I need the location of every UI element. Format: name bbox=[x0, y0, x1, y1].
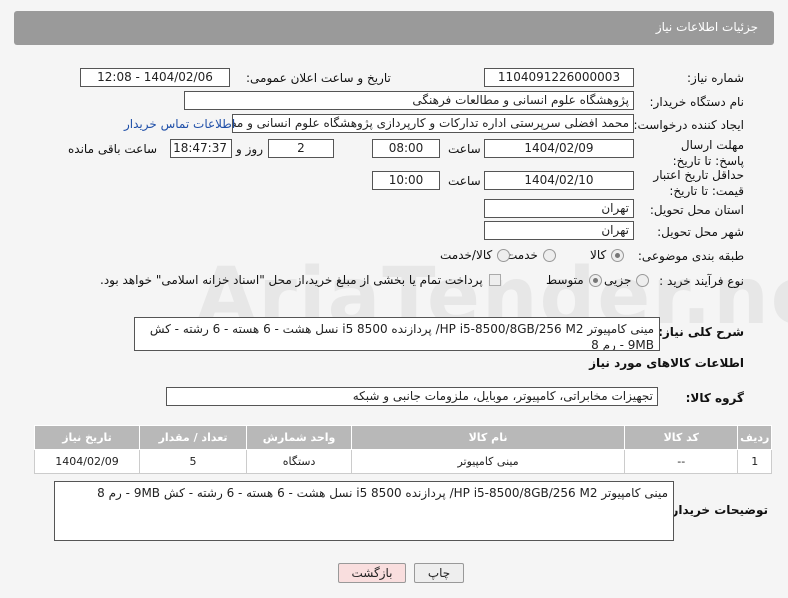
validity-label: حداقل تاریخ اعتبار قیمت: تا تاریخ: bbox=[653, 168, 744, 198]
buyer-notes-field: مینی کامپیوتر HP i5-8500/8GB/256 M2/ پرد… bbox=[54, 481, 674, 541]
category-label: طبقه بندی موضوعی: bbox=[637, 249, 744, 263]
deadline-date-field: 1404/02/09 bbox=[484, 139, 634, 158]
goods-table: ردیف کد کالا نام کالا واحد شمارش تعداد /… bbox=[33, 425, 772, 474]
goods-group-label: گروه کالا: bbox=[685, 391, 744, 405]
province-label: استان محل تحویل: bbox=[649, 203, 744, 217]
need-number-label: شماره نیاز: bbox=[687, 71, 744, 85]
remaining-time-field: 18:47:37 bbox=[170, 139, 232, 158]
buyer-notes-label: توضیحات خریدار: bbox=[666, 503, 768, 517]
process-option-medium[interactable]: متوسط bbox=[546, 273, 602, 287]
buyer-contact-link[interactable]: اطلاعات تماس خریدار bbox=[124, 117, 235, 131]
process-option-minor[interactable]: جزیی bbox=[604, 273, 650, 287]
buyer-field: پژوهشگاه علوم انسانی و مطالعات فرهنگی bbox=[184, 91, 634, 110]
col-header-code: کد کالا bbox=[624, 425, 739, 450]
process-label: نوع فرآیند خرید : bbox=[659, 274, 744, 288]
creator-label: ایجاد کننده درخواست: bbox=[633, 118, 744, 132]
category-option-goods-service[interactable]: کالا/خدمت bbox=[440, 248, 511, 262]
back-button[interactable]: بازگشت bbox=[338, 563, 406, 583]
cell-date: 1404/02/09 bbox=[33, 449, 141, 474]
province-field: تهران bbox=[484, 199, 634, 218]
validity-date-field: 1404/02/10 bbox=[484, 171, 634, 190]
deadline-days-field: 2 bbox=[268, 139, 334, 158]
deadline-label: مهلت ارسال پاسخ: تا تاریخ: bbox=[672, 138, 744, 168]
announce-field: 1404/02/06 - 12:08 bbox=[80, 68, 230, 87]
buyer-label: نام دستگاه خریدار: bbox=[649, 95, 745, 109]
treasury-payment-checkbox[interactable]: پرداخت تمام یا بخشی از مبلغ خرید،از محل … bbox=[100, 273, 501, 287]
cell-row-no: 1 bbox=[737, 449, 772, 474]
radio-icon[interactable] bbox=[611, 248, 625, 262]
col-header-quantity: تعداد / مقدار bbox=[139, 425, 248, 450]
radio-icon[interactable] bbox=[588, 273, 602, 287]
table-row: 1 -- مینی کامپیوتر دستگاه 5 1404/02/09 bbox=[33, 449, 772, 474]
col-header-name: نام کالا bbox=[351, 425, 626, 450]
category-option-goods[interactable]: کالا bbox=[590, 248, 625, 262]
checkbox-icon[interactable] bbox=[488, 274, 501, 286]
radio-icon[interactable] bbox=[497, 248, 511, 262]
category-option-service[interactable]: خدمت bbox=[506, 248, 556, 262]
deadline-time-field: 08:00 bbox=[372, 139, 440, 158]
validity-time-field: 10:00 bbox=[372, 171, 440, 190]
col-header-row-no: ردیف bbox=[737, 425, 772, 450]
cell-name: مینی کامپیوتر bbox=[351, 449, 626, 474]
remaining-time-label: ساعت باقی مانده bbox=[68, 142, 158, 156]
cell-quantity: 5 bbox=[139, 449, 248, 474]
creator-field: محمد افضلی سرپرستی اداره تدارکات و کارپر… bbox=[232, 114, 634, 133]
need-number-field: 1104091226000003 bbox=[484, 68, 634, 87]
col-header-unit: واحد شمارش bbox=[246, 425, 353, 450]
col-header-date: تاریخ نیاز bbox=[33, 425, 141, 450]
deadline-time-label: ساعت bbox=[448, 142, 481, 156]
city-label: شهر محل تحویل: bbox=[657, 225, 744, 239]
cell-unit: دستگاه bbox=[246, 449, 353, 474]
radio-icon[interactable] bbox=[542, 248, 556, 262]
announce-label: تاریخ و ساعت اعلان عمومی: bbox=[246, 71, 391, 85]
cell-code: -- bbox=[624, 449, 739, 474]
print-button[interactable]: چاپ bbox=[414, 563, 464, 583]
description-label: شرح کلی نیاز: bbox=[658, 325, 744, 339]
radio-icon[interactable] bbox=[636, 273, 650, 287]
description-field: مینی کامپیوتر HP i5-8500/8GB/256 M2/ پرد… bbox=[134, 317, 660, 351]
goods-group-field: تجهیزات مخابراتی، کامپیوتر، موبایل، ملزو… bbox=[166, 387, 658, 406]
table-header-row: ردیف کد کالا نام کالا واحد شمارش تعداد /… bbox=[33, 425, 772, 450]
validity-time-label: ساعت bbox=[448, 174, 481, 188]
city-field: تهران bbox=[484, 221, 634, 240]
page-header: جزئیات اطلاعات نیاز bbox=[14, 11, 774, 45]
deadline-days-label: روز و bbox=[236, 142, 263, 156]
page-title: جزئیات اطلاعات نیاز bbox=[655, 20, 758, 34]
goods-section-title: اطلاعات کالاهای مورد نیاز bbox=[589, 356, 744, 370]
